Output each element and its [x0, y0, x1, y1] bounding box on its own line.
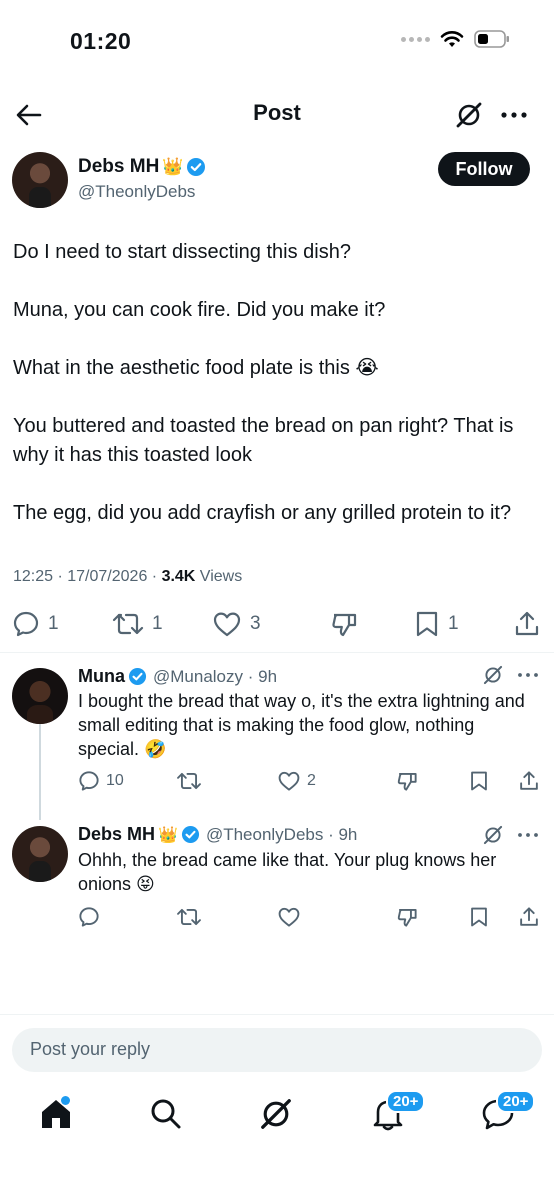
post-text: Do I need to start dissecting this dish?… — [13, 238, 543, 557]
bookmark-icon — [471, 907, 487, 927]
verified-badge-icon — [128, 667, 147, 686]
more-options-button[interactable] — [516, 826, 540, 844]
thumbs-down-icon — [397, 908, 417, 927]
author-name[interactable]: Debs MH 👑 — [78, 156, 206, 178]
grok-button[interactable] — [482, 824, 504, 846]
status-bar: 01:20 — [0, 0, 554, 80]
nav-notifications[interactable]: 20+ — [370, 1090, 426, 1136]
nav-home[interactable] — [38, 1096, 78, 1136]
grok-button[interactable] — [454, 100, 484, 130]
avatar[interactable] — [12, 668, 68, 724]
post-paragraph: You buttered and toasted the bread on pa… — [13, 415, 514, 466]
nav-messages[interactable]: 20+ — [480, 1090, 536, 1136]
post-actions: 1 1 3 1 — [0, 606, 554, 642]
unread-dot — [61, 1096, 70, 1105]
post-paragraph: Do I need to start dissecting this dish? — [13, 241, 351, 263]
status-icons — [401, 30, 510, 48]
avatar[interactable] — [12, 826, 68, 882]
more-icon — [518, 833, 538, 837]
wifi-icon — [440, 31, 464, 47]
repost-icon — [177, 908, 201, 926]
dislike-button[interactable] — [396, 770, 418, 792]
post-meta: 12:25 · 17/07/2026 · 3.4K Views — [13, 568, 243, 585]
top-bar: Post — [0, 90, 554, 140]
reply-handle: @Munalozy · 9h — [153, 666, 278, 686]
reply-button[interactable] — [78, 906, 100, 928]
repost-button[interactable] — [176, 906, 202, 928]
repost-button[interactable] — [176, 770, 202, 792]
dislike-button[interactable] — [330, 610, 358, 638]
repost-button[interactable]: 1 — [112, 610, 163, 638]
reply-input[interactable]: Post your reply — [12, 1028, 542, 1072]
heart-icon — [278, 771, 300, 791]
like-button[interactable] — [277, 906, 301, 928]
reply-text: I bought the bread that way o, it's the … — [78, 691, 525, 759]
thumbs-down-icon — [397, 772, 417, 791]
grok-icon — [483, 665, 503, 685]
like-button[interactable]: 3 — [212, 610, 261, 638]
divider — [0, 652, 554, 653]
comment-icon — [13, 611, 39, 637]
share-icon — [520, 771, 538, 790]
thumbs-down-icon — [332, 613, 357, 637]
bookmark-button[interactable]: 1 — [414, 610, 459, 638]
nav-search[interactable] — [148, 1096, 188, 1136]
reply-button[interactable]: 1 — [12, 610, 59, 638]
post-paragraph: The egg, did you add crayfish or any gri… — [13, 502, 512, 524]
bookmark-icon — [471, 771, 487, 791]
follow-button[interactable]: Follow — [438, 152, 530, 186]
post-paragraph: What in the aesthetic food plate is this… — [13, 357, 379, 379]
status-time: 01:20 — [70, 28, 132, 54]
post-paragraph: Muna, you can cook fire. Did you make it… — [13, 299, 386, 321]
like-button[interactable]: 2 — [277, 770, 316, 792]
share-icon — [515, 611, 539, 636]
share-button[interactable] — [518, 906, 540, 928]
battery-icon — [474, 30, 509, 48]
verified-badge-icon — [187, 158, 206, 176]
repost-icon — [112, 613, 144, 635]
heart-icon — [213, 612, 241, 637]
messages-badge: 20+ — [496, 1090, 536, 1113]
grok-icon — [261, 1099, 291, 1129]
nav-grok[interactable] — [258, 1096, 298, 1136]
bottom-nav: 20+ 20+ — [0, 1090, 554, 1150]
verified-badge-icon — [181, 825, 199, 844]
bookmark-button[interactable] — [469, 906, 489, 928]
share-button[interactable] — [513, 610, 541, 638]
thread-line — [39, 724, 41, 820]
avatar[interactable] — [12, 152, 68, 208]
reply-author-name[interactable]: Muna @Munalozy · 9h — [78, 666, 277, 687]
grok-icon — [483, 825, 503, 845]
comment-icon — [79, 907, 99, 927]
search-icon — [151, 1099, 181, 1129]
dislike-button[interactable] — [396, 906, 418, 928]
bookmark-button[interactable] — [469, 770, 489, 792]
views-count[interactable]: 3.4K — [162, 568, 196, 585]
reply-text: Ohhh, the bread came like that. Your plu… — [78, 850, 497, 894]
reply-handle: @TheonlyDebs · 9h — [205, 824, 358, 844]
share-icon — [520, 907, 538, 926]
more-options-button[interactable] — [516, 666, 540, 684]
grok-button[interactable] — [482, 664, 504, 686]
grok-icon — [456, 102, 482, 128]
notifications-badge: 20+ — [386, 1090, 426, 1113]
signal-icon — [401, 36, 430, 42]
reply-placeholder: Post your reply — [30, 1039, 151, 1059]
more-icon — [518, 673, 538, 677]
share-button[interactable] — [518, 770, 540, 792]
reply-author-name[interactable]: Debs MH 👑 @TheonlyDebs · 9h — [78, 824, 357, 845]
more-icon — [501, 112, 527, 118]
divider — [0, 1014, 554, 1015]
author-handle[interactable]: @TheonlyDebs — [78, 182, 195, 202]
heart-icon — [278, 907, 300, 927]
bookmark-icon — [416, 611, 438, 637]
more-options-button[interactable] — [498, 100, 530, 130]
comment-icon — [79, 771, 99, 791]
repost-icon — [177, 772, 201, 790]
reply-button[interactable]: 10 — [78, 770, 124, 792]
